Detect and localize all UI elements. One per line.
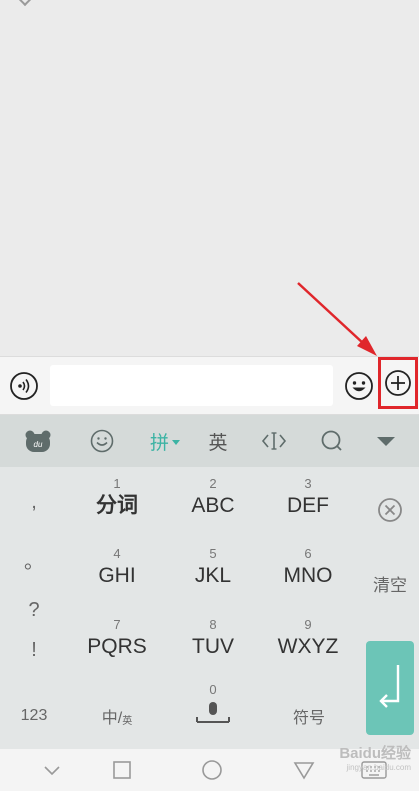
enter-icon bbox=[379, 665, 400, 708]
key-3[interactable]: 3 DEF bbox=[263, 475, 353, 537]
key-number: 6 bbox=[304, 546, 312, 561]
lang-label-small: 英 bbox=[122, 715, 133, 727]
key-label: WXYZ bbox=[277, 635, 339, 658]
symbols-key[interactable]: 符号 bbox=[278, 699, 340, 733]
ime-keyboard: du 拼 英 , 。 ? ! 1 分词 2 ABC 3 DEF 4 GHI 5 … bbox=[0, 415, 419, 749]
key-number: 2 bbox=[209, 476, 217, 491]
key-7[interactable]: 7 PQRS bbox=[72, 616, 162, 678]
key-number: 3 bbox=[304, 476, 312, 491]
key-6[interactable]: 6 MNO bbox=[263, 545, 353, 607]
symbols-label: 符号 bbox=[292, 710, 325, 727]
punctuation-key-comma[interactable]: , bbox=[0, 491, 68, 514]
key-number: 0 bbox=[209, 682, 217, 697]
system-nav-bar bbox=[0, 749, 419, 791]
emoji-icon bbox=[345, 372, 373, 400]
emoji-button[interactable] bbox=[343, 370, 375, 402]
delete-icon bbox=[378, 498, 402, 522]
key-2[interactable]: 2 ABC bbox=[168, 475, 258, 537]
cursor-icon bbox=[261, 432, 287, 450]
english-label: 英 bbox=[208, 432, 228, 454]
voice-button[interactable] bbox=[8, 370, 40, 402]
backspace-key[interactable] bbox=[366, 487, 414, 533]
key-label: PQRS bbox=[87, 635, 147, 658]
search-icon bbox=[321, 430, 342, 451]
collapse-icon bbox=[377, 437, 395, 446]
cursor-button[interactable] bbox=[254, 415, 294, 467]
hide-keyboard-button[interactable] bbox=[30, 749, 74, 791]
message-input[interactable] bbox=[50, 365, 333, 406]
du-logo-button[interactable]: du bbox=[18, 415, 58, 467]
home-button[interactable] bbox=[190, 749, 234, 791]
language-switch-key[interactable]: 中/英 bbox=[86, 699, 148, 733]
punctuation-key-exclaim[interactable]: ! bbox=[0, 639, 68, 662]
svg-text:du: du bbox=[34, 440, 43, 449]
key-label: MNO bbox=[283, 564, 333, 587]
chevron-icon bbox=[17, 0, 33, 7]
key-number: 7 bbox=[113, 617, 121, 632]
key-number: 9 bbox=[304, 617, 312, 632]
key-label: 分词 bbox=[96, 494, 138, 517]
du-logo-icon: du bbox=[25, 430, 51, 452]
circle-icon bbox=[202, 760, 222, 780]
chevron-down-icon bbox=[44, 766, 60, 776]
key-4[interactable]: 4 GHI bbox=[72, 545, 162, 607]
key-label: ABC bbox=[191, 494, 235, 517]
microphone-icon bbox=[196, 702, 230, 723]
key-1[interactable]: 1 分词 bbox=[72, 475, 162, 537]
emoji-icon bbox=[90, 429, 114, 453]
keyboard-switch-button[interactable] bbox=[352, 749, 396, 791]
voice-icon bbox=[10, 372, 38, 400]
numbers-label: 123 bbox=[20, 707, 48, 724]
space-key[interactable]: 0 bbox=[168, 681, 258, 737]
plus-button[interactable] bbox=[378, 357, 418, 409]
pinyin-mode-tab[interactable]: 拼 bbox=[142, 415, 188, 467]
keyboard-icon bbox=[361, 761, 387, 779]
key-label: TUV bbox=[192, 635, 234, 658]
key-5[interactable]: 5 JKL bbox=[168, 545, 258, 607]
toolbar-emoji-button[interactable] bbox=[82, 415, 122, 467]
recents-button[interactable] bbox=[100, 749, 144, 791]
search-button[interactable] bbox=[312, 415, 352, 467]
key-number: 8 bbox=[209, 617, 217, 632]
mic-wrapper bbox=[168, 699, 258, 729]
key-number: 1 bbox=[113, 476, 121, 491]
clear-label: 清空 bbox=[373, 575, 407, 595]
key-9[interactable]: 9 WXYZ bbox=[263, 616, 353, 678]
lang-label: 中/ bbox=[101, 710, 123, 727]
key-label: DEF bbox=[287, 494, 329, 517]
clear-key[interactable]: 清空 bbox=[362, 567, 418, 599]
key-8[interactable]: 8 TUV bbox=[168, 616, 258, 678]
punctuation-key-period[interactable]: 。 bbox=[0, 545, 68, 574]
key-label: JKL bbox=[194, 564, 232, 587]
caret-down-icon bbox=[172, 439, 180, 445]
pinyin-label: 拼 bbox=[149, 432, 169, 454]
enter-key[interactable] bbox=[366, 641, 414, 735]
key-number: 5 bbox=[209, 546, 217, 561]
key-label: GHI bbox=[98, 564, 136, 587]
triangle-icon bbox=[293, 762, 315, 780]
plus-circle-icon bbox=[385, 370, 411, 396]
chat-area bbox=[0, 0, 419, 356]
key-number: 4 bbox=[113, 546, 121, 561]
english-mode-tab[interactable]: 英 bbox=[198, 415, 238, 467]
collapse-keyboard-button[interactable] bbox=[366, 415, 406, 467]
keyboard-toolbar: du 拼 英 bbox=[0, 415, 419, 467]
square-icon bbox=[113, 761, 131, 779]
back-button[interactable] bbox=[282, 749, 326, 791]
punctuation-key-question[interactable]: ? bbox=[0, 599, 68, 622]
message-input-bar bbox=[0, 356, 419, 415]
numbers-key[interactable]: 123 bbox=[6, 699, 62, 733]
